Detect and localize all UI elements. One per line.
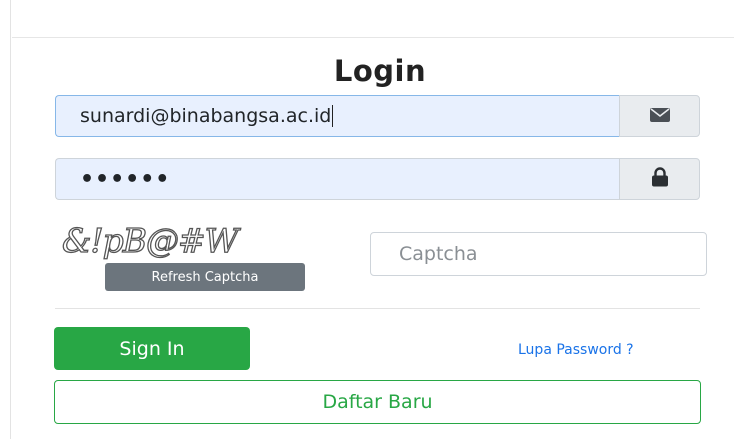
password-field[interactable]: •••••• xyxy=(55,158,619,200)
email-input-group: sunardi@binabangsa.ac.id xyxy=(55,95,700,137)
form-divider xyxy=(55,308,700,309)
password-addon xyxy=(619,158,700,200)
captcha-image: &!pB@#W xyxy=(60,218,355,264)
top-divider xyxy=(12,37,734,38)
register-button[interactable]: Daftar Baru xyxy=(54,380,701,424)
email-field[interactable]: sunardi@binabangsa.ac.id xyxy=(55,95,619,137)
email-addon xyxy=(619,95,700,137)
forgot-password-link[interactable]: Lupa Password ? xyxy=(518,342,634,358)
captcha-input[interactable] xyxy=(370,232,707,276)
password-value: •••••• xyxy=(80,166,171,192)
captcha-image-text: &!pB@#W xyxy=(62,221,242,260)
sign-in-button[interactable]: Sign In xyxy=(54,327,250,370)
lock-icon xyxy=(651,167,669,191)
envelope-icon xyxy=(649,107,670,126)
email-value: sunardi@binabangsa.ac.id xyxy=(80,105,332,127)
text-cursor xyxy=(332,105,334,127)
refresh-captcha-button[interactable]: Refresh Captcha xyxy=(105,263,305,291)
login-title: Login xyxy=(333,54,427,88)
password-input-group: •••••• xyxy=(55,158,700,200)
